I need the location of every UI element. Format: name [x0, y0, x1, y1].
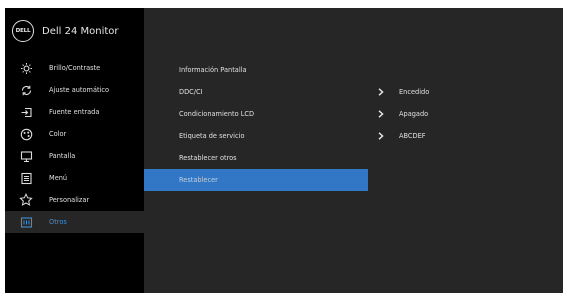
sidebar-item-label: Otros [49, 218, 67, 226]
sidebar-item-menu[interactable]: Menú [5, 167, 144, 189]
color-icon [19, 127, 33, 141]
value-row-empty [373, 59, 563, 81]
sidebar-item-display[interactable]: Pantalla [5, 145, 144, 167]
sidebar-item-label: Ajuste automático [49, 86, 110, 94]
display-icon [19, 149, 33, 163]
sidebar-item-color[interactable]: Color [5, 123, 144, 145]
menu-row-ddc-ci[interactable]: DDC/CI [144, 81, 368, 103]
submenu-list: Información Pantalla DDC/CI Condicionami… [144, 59, 368, 191]
brand-header: DELL Dell 24 Monitor [12, 20, 119, 42]
monitor-osd: DELL Dell 24 Monitor Brillo/Contraste Aj… [5, 8, 563, 293]
menu-row-reset[interactable]: Restablecer [144, 169, 368, 191]
sidebar-item-label: Pantalla [49, 152, 76, 160]
sidebar-item-personalize[interactable]: Personalizar [5, 189, 144, 211]
sidebar-item-label: Menú [49, 174, 68, 182]
sidebar-nav: Brillo/Contraste Ajuste automático Fuent… [5, 57, 144, 233]
menu-row-display-info[interactable]: Información Pantalla [144, 59, 368, 81]
service-tag-value: ABCDEF [399, 132, 426, 140]
sidebar-item-label: Fuente entrada [49, 108, 100, 116]
sidebar-item-auto-adjust[interactable]: Ajuste automático [5, 79, 144, 101]
sidebar-item-label: Brillo/Contraste [49, 64, 101, 72]
value-row-service-tag[interactable]: ABCDEF [373, 125, 563, 147]
sidebar-item-others[interactable]: Otros [5, 211, 144, 233]
value-row-ddc-ci[interactable]: Encedido [373, 81, 563, 103]
sidebar-item-label: Personalizar [49, 196, 90, 204]
row-label: Información Pantalla [179, 66, 247, 74]
row-label: Restablecer otros [179, 154, 237, 162]
others-submenu-panel: Información Pantalla DDC/CI Condicionami… [144, 8, 563, 293]
sidebar-item-brightness-contrast[interactable]: Brillo/Contraste [5, 57, 144, 79]
monitor-title: Dell 24 Monitor [42, 25, 119, 37]
sidebar: DELL Dell 24 Monitor Brillo/Contraste Aj… [5, 8, 144, 293]
value-row-lcd-conditioning[interactable]: Apagado [373, 103, 563, 125]
brightness-icon [19, 61, 33, 75]
row-label: Restablecer [179, 176, 218, 184]
personalize-star-icon [19, 193, 33, 207]
auto-adjust-icon [19, 83, 33, 97]
sidebar-item-input-source[interactable]: Fuente entrada [5, 101, 144, 123]
dell-logo: DELL [12, 20, 34, 42]
chevron-right-icon [373, 132, 389, 140]
sidebar-item-label: Color [49, 130, 67, 138]
menu-icon [19, 171, 33, 185]
chevron-right-icon [373, 88, 389, 96]
others-icon [19, 215, 33, 229]
input-source-icon [19, 105, 33, 119]
row-label: Condicionamiento LCD [179, 110, 255, 118]
submenu-values: Encedido Apagado ABCDEF [373, 59, 563, 147]
row-label: Etiqueta de servicio [179, 132, 245, 140]
chevron-right-icon [373, 110, 389, 118]
menu-row-lcd-conditioning[interactable]: Condicionamiento LCD [144, 103, 368, 125]
lcd-conditioning-value: Apagado [399, 110, 429, 118]
ddc-ci-value: Encedido [399, 88, 430, 96]
row-label: DDC/CI [179, 88, 203, 96]
menu-row-service-tag[interactable]: Etiqueta de servicio [144, 125, 368, 147]
menu-row-reset-others[interactable]: Restablecer otros [144, 147, 368, 169]
